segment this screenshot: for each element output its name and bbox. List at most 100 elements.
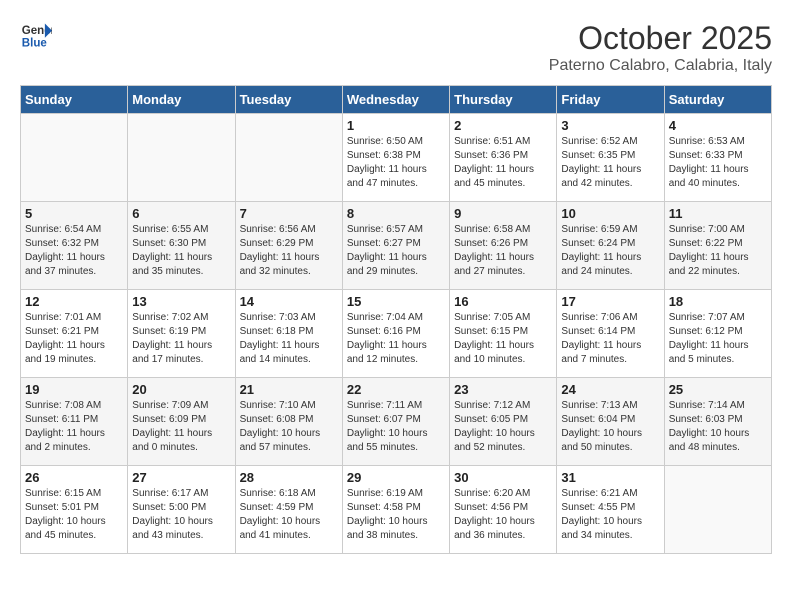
calendar-day-cell: 11 Sunrise: 7:00 AM Sunset: 6:22 PM Dayli… — [664, 202, 771, 290]
calendar-week-row: 19 Sunrise: 7:08 AM Sunset: 6:11 PM Dayli… — [21, 378, 772, 466]
day-info: Sunrise: 7:14 AM Sunset: 6:03 PM Dayligh… — [669, 399, 767, 455]
day-info: Sunrise: 7:10 AM Sunset: 6:08 PM Dayligh… — [240, 399, 338, 455]
calendar-day-cell — [235, 114, 342, 202]
day-of-week-header: Saturday — [664, 86, 771, 114]
calendar-day-cell: 24 Sunrise: 7:13 AM Sunset: 6:04 PM Dayli… — [557, 378, 664, 466]
day-info: Sunrise: 6:15 AM Sunset: 5:01 PM Dayligh… — [25, 487, 123, 543]
logo-icon: General Blue — [20, 20, 52, 52]
day-info: Sunrise: 7:06 AM Sunset: 6:14 PM Dayligh… — [561, 311, 659, 367]
day-info: Sunrise: 6:57 AM Sunset: 6:27 PM Dayligh… — [347, 223, 445, 279]
day-number: 1 — [347, 118, 445, 133]
calendar-day-cell: 6Sunrise: 6:55 AM Sunset: 6:30 PM Daylig… — [128, 202, 235, 290]
calendar-week-row: 26 Sunrise: 6:15 AM Sunset: 5:01 PM Dayli… — [21, 466, 772, 554]
day-number: 28 — [240, 470, 338, 485]
calendar-day-cell: 10Sunrise: 6:59 AM Sunset: 6:24 PM Dayli… — [557, 202, 664, 290]
day-info: Sunrise: 6:56 AM Sunset: 6:29 PM Dayligh… — [240, 223, 338, 279]
day-of-week-header: Tuesday — [235, 86, 342, 114]
day-info: Sunrise: 7:11 AM Sunset: 6:07 PM Dayligh… — [347, 399, 445, 455]
day-info: Sunrise: 6:54 AM Sunset: 6:32 PM Dayligh… — [25, 223, 123, 279]
calendar-day-cell: 27 Sunrise: 6:17 AM Sunset: 5:00 PM Dayli… — [128, 466, 235, 554]
calendar-day-cell: 26 Sunrise: 6:15 AM Sunset: 5:01 PM Dayli… — [21, 466, 128, 554]
day-info: Sunrise: 7:08 AM Sunset: 6:11 PM Dayligh… — [25, 399, 123, 455]
day-number: 11 — [669, 206, 767, 221]
day-info: Sunrise: 6:51 AM Sunset: 6:36 PM Dayligh… — [454, 135, 552, 191]
title-block: October 2025 Paterno Calabro, Calabria, … — [549, 20, 772, 75]
day-number: 18 — [669, 294, 767, 309]
day-info: Sunrise: 6:55 AM Sunset: 6:30 PM Dayligh… — [132, 223, 230, 279]
day-info: Sunrise: 6:21 AM Sunset: 4:55 PM Dayligh… — [561, 487, 659, 543]
calendar-header-row: SundayMondayTuesdayWednesdayThursdayFrid… — [21, 86, 772, 114]
day-number: 13 — [132, 294, 230, 309]
calendar-day-cell: 17 Sunrise: 7:06 AM Sunset: 6:14 PM Dayli… — [557, 290, 664, 378]
day-of-week-header: Friday — [557, 86, 664, 114]
day-info: Sunrise: 7:09 AM Sunset: 6:09 PM Dayligh… — [132, 399, 230, 455]
calendar-day-cell: 16 Sunrise: 7:05 AM Sunset: 6:15 PM Dayli… — [450, 290, 557, 378]
day-info: Sunrise: 7:02 AM Sunset: 6:19 PM Dayligh… — [132, 311, 230, 367]
day-info: Sunrise: 7:01 AM Sunset: 6:21 PM Dayligh… — [25, 311, 123, 367]
day-info: Sunrise: 6:50 AM Sunset: 6:38 PM Dayligh… — [347, 135, 445, 191]
day-number: 26 — [25, 470, 123, 485]
calendar-day-cell: 30Sunrise: 6:20 AM Sunset: 4:56 PM Dayli… — [450, 466, 557, 554]
day-info: Sunrise: 7:05 AM Sunset: 6:15 PM Dayligh… — [454, 311, 552, 367]
day-info: Sunrise: 6:53 AM Sunset: 6:33 PM Dayligh… — [669, 135, 767, 191]
day-number: 25 — [669, 382, 767, 397]
day-info: Sunrise: 6:52 AM Sunset: 6:35 PM Dayligh… — [561, 135, 659, 191]
day-number: 27 — [132, 470, 230, 485]
day-info: Sunrise: 7:00 AM Sunset: 6:22 PM Dayligh… — [669, 223, 767, 279]
calendar-day-cell: 28 Sunrise: 6:18 AM Sunset: 4:59 PM Dayli… — [235, 466, 342, 554]
day-number: 29 — [347, 470, 445, 485]
calendar-day-cell: 7Sunrise: 6:56 AM Sunset: 6:29 PM Daylig… — [235, 202, 342, 290]
calendar-day-cell: 22 Sunrise: 7:11 AM Sunset: 6:07 PM Dayli… — [342, 378, 449, 466]
calendar-day-cell — [664, 466, 771, 554]
svg-text:Blue: Blue — [22, 38, 48, 50]
day-info: Sunrise: 6:58 AM Sunset: 6:26 PM Dayligh… — [454, 223, 552, 279]
day-number: 17 — [561, 294, 659, 309]
day-number: 15 — [347, 294, 445, 309]
day-number: 2 — [454, 118, 552, 133]
calendar-week-row: 5 Sunrise: 6:54 AM Sunset: 6:32 PM Daylig… — [21, 202, 772, 290]
calendar-day-cell: 19 Sunrise: 7:08 AM Sunset: 6:11 PM Dayli… — [21, 378, 128, 466]
calendar-day-cell: 5 Sunrise: 6:54 AM Sunset: 6:32 PM Daylig… — [21, 202, 128, 290]
day-info: Sunrise: 6:18 AM Sunset: 4:59 PM Dayligh… — [240, 487, 338, 543]
calendar-day-cell: 3 Sunrise: 6:52 AM Sunset: 6:35 PM Daylig… — [557, 114, 664, 202]
calendar-day-cell: 9 Sunrise: 6:58 AM Sunset: 6:26 PM Daylig… — [450, 202, 557, 290]
day-number: 30 — [454, 470, 552, 485]
calendar-day-cell: 12Sunrise: 7:01 AM Sunset: 6:21 PM Dayli… — [21, 290, 128, 378]
day-info: Sunrise: 7:04 AM Sunset: 6:16 PM Dayligh… — [347, 311, 445, 367]
day-number: 21 — [240, 382, 338, 397]
calendar-day-cell: 25 Sunrise: 7:14 AM Sunset: 6:03 PM Dayli… — [664, 378, 771, 466]
day-info: Sunrise: 7:12 AM Sunset: 6:05 PM Dayligh… — [454, 399, 552, 455]
day-of-week-header: Sunday — [21, 86, 128, 114]
day-number: 16 — [454, 294, 552, 309]
logo: General Blue — [20, 20, 52, 52]
day-info: Sunrise: 6:19 AM Sunset: 4:58 PM Dayligh… — [347, 487, 445, 543]
location-subtitle: Paterno Calabro, Calabria, Italy — [549, 57, 772, 75]
day-info: Sunrise: 6:17 AM Sunset: 5:00 PM Dayligh… — [132, 487, 230, 543]
calendar-day-cell: 14 Sunrise: 7:03 AM Sunset: 6:18 PM Dayli… — [235, 290, 342, 378]
day-number: 31 — [561, 470, 659, 485]
day-number: 8 — [347, 206, 445, 221]
day-number: 24 — [561, 382, 659, 397]
day-number: 9 — [454, 206, 552, 221]
day-number: 14 — [240, 294, 338, 309]
calendar-day-cell — [21, 114, 128, 202]
day-of-week-header: Thursday — [450, 86, 557, 114]
calendar-day-cell: 18Sunrise: 7:07 AM Sunset: 6:12 PM Dayli… — [664, 290, 771, 378]
calendar-day-cell: 20 Sunrise: 7:09 AM Sunset: 6:09 PM Dayli… — [128, 378, 235, 466]
calendar-day-cell: 8 Sunrise: 6:57 AM Sunset: 6:27 PM Daylig… — [342, 202, 449, 290]
day-number: 22 — [347, 382, 445, 397]
day-info: Sunrise: 7:13 AM Sunset: 6:04 PM Dayligh… — [561, 399, 659, 455]
calendar-day-cell: 23Sunrise: 7:12 AM Sunset: 6:05 PM Dayli… — [450, 378, 557, 466]
day-number: 3 — [561, 118, 659, 133]
day-number: 5 — [25, 206, 123, 221]
calendar-day-cell: 29 Sunrise: 6:19 AM Sunset: 4:58 PM Dayli… — [342, 466, 449, 554]
calendar-day-cell: 15 Sunrise: 7:04 AM Sunset: 6:16 PM Dayli… — [342, 290, 449, 378]
calendar-table: SundayMondayTuesdayWednesdayThursdayFrid… — [20, 85, 772, 554]
day-number: 4 — [669, 118, 767, 133]
calendar-day-cell — [128, 114, 235, 202]
calendar-day-cell: 2 Sunrise: 6:51 AM Sunset: 6:36 PM Daylig… — [450, 114, 557, 202]
day-number: 20 — [132, 382, 230, 397]
day-info: Sunrise: 7:03 AM Sunset: 6:18 PM Dayligh… — [240, 311, 338, 367]
day-number: 19 — [25, 382, 123, 397]
day-of-week-header: Wednesday — [342, 86, 449, 114]
